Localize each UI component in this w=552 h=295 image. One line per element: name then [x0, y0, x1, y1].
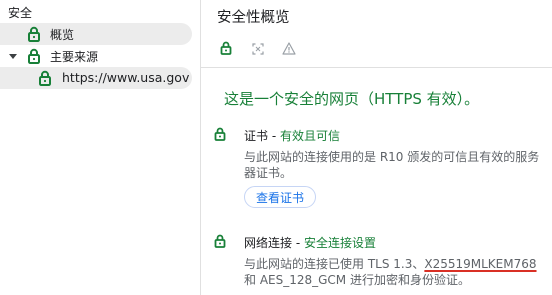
toolbar-divider	[201, 67, 552, 68]
lock-icon	[27, 48, 41, 64]
connection-status: 安全连接设置	[303, 236, 376, 250]
tree-item-overview-label: 概览	[50, 28, 75, 42]
security-summary: 这是一个安全的网页（HTTPS 有效）。	[224, 90, 480, 108]
tree-item-overview[interactable]: 概览	[0, 23, 192, 45]
connection-heading: 网络连接 - 安全连接设置	[244, 234, 376, 251]
tree-item-origin-label: https://www.usa.gov	[62, 70, 190, 85]
tree-item-main-sources[interactable]: 主要来源	[0, 45, 192, 67]
warning-triangle-icon	[282, 40, 296, 59]
lock-icon	[214, 127, 226, 141]
certificate-description: 与此网站的连接使用的是 R10 颁发的可信且有效的服务器证书。	[244, 150, 540, 180]
security-overview-panel: 安全性概览 这是一个安全的网页（HTTPS 有效）。 证书 - 有效且可信 与此…	[201, 0, 552, 295]
tree-root-security[interactable]: 安全	[8, 4, 32, 21]
key-exchange-name: X25519MLKEM768	[424, 257, 537, 271]
certificate-scan-icon	[252, 40, 264, 59]
warning-filter-button[interactable]	[278, 38, 300, 60]
connection-description: 与此网站的连接已使用 TLS 1.3、X25519MLKEM768 和 AES_…	[244, 256, 549, 288]
security-tree: 安全 概览 主要来源 https://www.usa.gov	[0, 0, 200, 295]
connection-desc-before: 与此网站的连接已使用 TLS 1.3、	[244, 257, 425, 271]
lock-filter-button[interactable]	[215, 38, 237, 60]
security-toolbar	[201, 34, 552, 66]
tree-item-origin[interactable]: https://www.usa.gov	[0, 67, 192, 89]
certificate-scan-button[interactable]	[247, 38, 269, 60]
lock-icon	[27, 26, 41, 42]
tree-item-main-sources-label: 主要来源	[50, 50, 99, 64]
connection-desc-after: 和 AES_128_GCM 进行加密和身份验证。	[244, 273, 470, 287]
caret-down-icon[interactable]	[9, 54, 17, 59]
view-certificate-button[interactable]: 查看证书	[244, 186, 316, 208]
lock-icon	[220, 40, 232, 59]
page-title: 安全性概览	[217, 10, 290, 26]
lock-icon	[38, 70, 52, 86]
certificate-status: 有效且可信	[279, 129, 340, 143]
lock-icon	[214, 234, 226, 248]
certificate-heading: 证书 - 有效且可信	[244, 127, 340, 144]
connection-heading-prefix: 网络连接 -	[244, 236, 304, 250]
certificate-heading-prefix: 证书 -	[244, 129, 280, 143]
